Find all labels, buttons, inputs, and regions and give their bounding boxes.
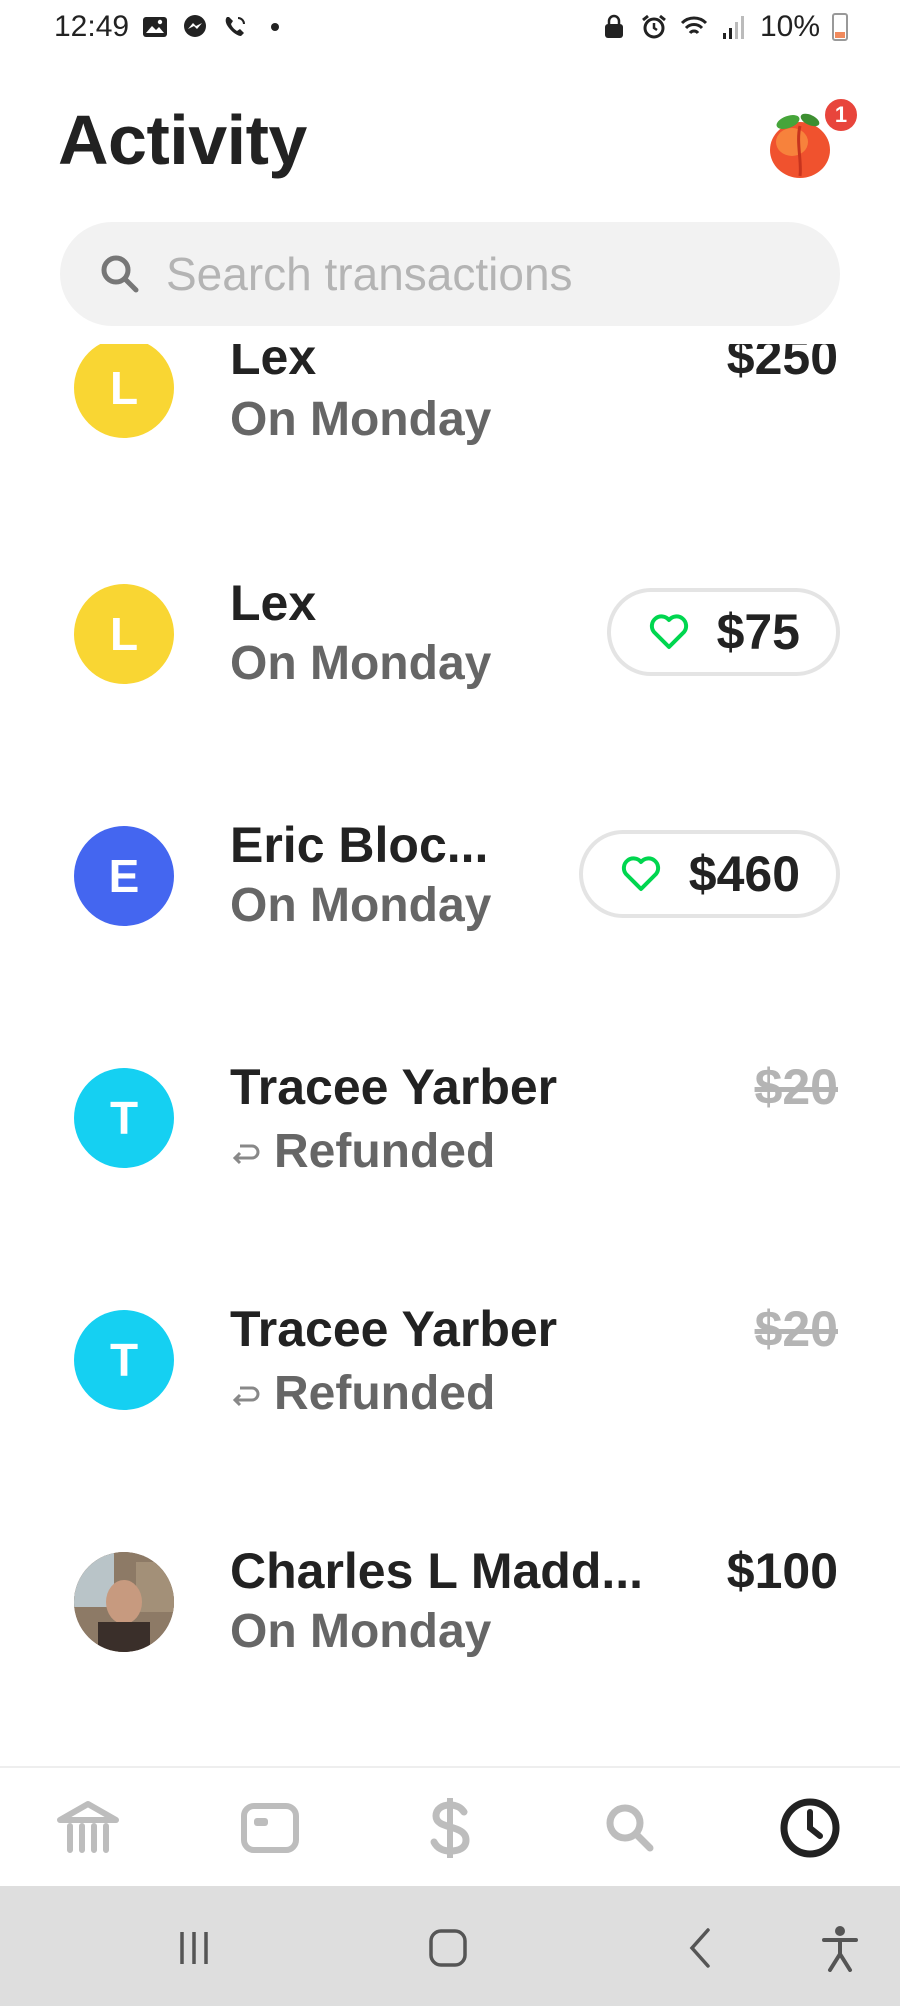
card-icon (241, 1803, 299, 1853)
search-icon (101, 255, 139, 293)
bottom-nav (0, 1766, 900, 1886)
alarm-icon (642, 14, 666, 39)
refund-icon (232, 1386, 260, 1406)
avatar: T (74, 1310, 174, 1410)
transaction-row[interactable]: E Eric Bloc... On Monday $460 (0, 817, 900, 1006)
transaction-status: Refunded (230, 1124, 495, 1179)
transaction-name: Eric Bloc... (230, 817, 489, 873)
home-icon (429, 1929, 467, 1967)
avatar-photo (74, 1552, 174, 1652)
status-left: 12:49 (54, 10, 289, 44)
transaction-name: Charles L Madd... (230, 1543, 644, 1599)
call-icon (225, 17, 246, 36)
wifi-icon (680, 16, 708, 35)
search-input[interactable] (166, 247, 786, 301)
transaction-amount: $75 (716, 604, 800, 660)
avatar: T (74, 1068, 174, 1168)
transaction-date: On Monday (230, 879, 492, 932)
transaction-amount: $460 (688, 846, 800, 902)
recents-button[interactable] (166, 1924, 222, 1972)
battery-icon (832, 13, 848, 41)
system-nav-bar (0, 1886, 900, 2006)
refund-icon (232, 1144, 260, 1164)
search-bar[interactable] (60, 222, 840, 326)
gallery-icon (143, 17, 168, 37)
transaction-status: Refunded (230, 1366, 495, 1421)
nav-money[interactable] (418, 1796, 482, 1860)
page-title: Activity (58, 101, 307, 179)
transaction-row[interactable]: L Lex On Monday $250 (0, 344, 900, 496)
nav-search[interactable] (598, 1796, 662, 1860)
transaction-name: Lex (230, 575, 317, 631)
notification-badge: 1 (822, 96, 860, 134)
lock-icon (604, 14, 623, 38)
transaction-date: On Monday (230, 393, 492, 446)
avatar: E (74, 826, 174, 926)
transaction-status-label: Refunded (274, 1367, 496, 1420)
like-amount-pill[interactable]: $460 (578, 830, 840, 918)
bank-icon (57, 1801, 119, 1853)
home-button[interactable] (420, 1924, 476, 1972)
transaction-date: On Monday (230, 637, 492, 690)
battery-percent: 10% (759, 10, 820, 43)
status-right: 10% (600, 10, 848, 44)
back-icon (689, 1928, 710, 1968)
status-time: 12:49 (54, 10, 130, 43)
messenger-icon (184, 15, 207, 37)
transaction-amount: $250 (726, 344, 838, 385)
like-amount-pill[interactable]: $75 (606, 588, 840, 676)
transaction-row[interactable]: L Lex On Monday $75 (0, 575, 900, 764)
accessibility-button[interactable] (812, 1924, 868, 1972)
back-button[interactable] (672, 1924, 728, 1972)
transaction-date: On Monday (230, 1605, 492, 1658)
heart-icon[interactable] (649, 614, 689, 650)
profile-photo-icon (74, 1552, 174, 1652)
avatar: L (74, 584, 174, 684)
recents-icon (180, 1932, 208, 1964)
nav-activity[interactable] (778, 1796, 842, 1860)
nav-home[interactable] (56, 1796, 120, 1860)
search-icon (606, 1804, 654, 1852)
transaction-name: Lex (230, 344, 317, 385)
transaction-row[interactable]: Charles L Madd... On Monday $100 (0, 1543, 900, 1732)
signal-icon (722, 16, 744, 39)
accessibility-icon (822, 1926, 858, 1972)
transaction-amount: $100 (726, 1543, 838, 1599)
dot-icon (271, 23, 280, 31)
transactions-list: L Lex On Monday $250 L Lex On Monday $75… (0, 344, 900, 1764)
transaction-name: Tracee Yarber (230, 1301, 558, 1357)
clock-icon (780, 1798, 840, 1858)
status-bar: 12:49 10% (0, 0, 900, 56)
avatar: L (74, 344, 174, 438)
transaction-name: Tracee Yarber (230, 1059, 558, 1115)
notifications-button[interactable]: 1 (762, 96, 860, 184)
transaction-amount: $20 (754, 1059, 838, 1115)
transaction-row[interactable]: T Tracee Yarber Refunded $20 (0, 1059, 900, 1248)
transaction-amount: $20 (754, 1301, 838, 1357)
transaction-row[interactable]: T Tracee Yarber Refunded $20 (0, 1301, 900, 1490)
dollar-icon (430, 1798, 470, 1858)
transaction-status-label: Refunded (274, 1125, 496, 1178)
nav-card[interactable] (238, 1796, 302, 1860)
heart-icon[interactable] (621, 856, 661, 892)
